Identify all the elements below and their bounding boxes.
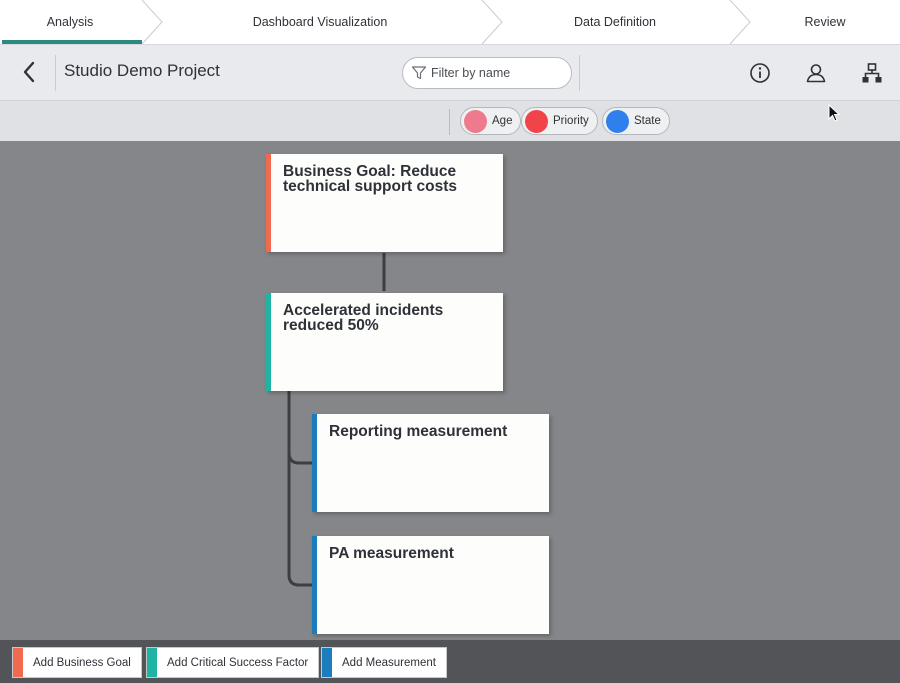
measurement-accent <box>312 536 317 634</box>
step-data-definition-label: Data Definition <box>574 15 656 29</box>
step-data-definition[interactable]: Data Definition <box>500 0 730 44</box>
filter-box[interactable] <box>402 57 572 89</box>
step-analysis-label: Analysis <box>46 15 94 29</box>
age-color-swatch <box>464 109 487 133</box>
hierarchy-icon <box>862 63 882 83</box>
business-goal-accent <box>266 154 271 252</box>
add-critical-success-factor-accent <box>147 648 157 677</box>
step-dashboard-visualization-label: Dashboard Visualization <box>252 15 388 29</box>
add-business-goal-accent <box>13 648 23 677</box>
add-business-goal-button[interactable]: Add Business Goal <box>12 647 142 678</box>
bottom-toolbar: Add Business Goal Add Critical Success F… <box>0 640 900 683</box>
filter-funnel-icon <box>411 66 427 80</box>
critical-success-factor-accent <box>266 293 271 391</box>
critical-success-factor-title: Accelerated incidents reduced 50% <box>283 302 444 334</box>
legend-state[interactable]: State <box>602 107 670 135</box>
back-chevron-icon <box>23 61 35 83</box>
legend-bar: Age Priority State <box>0 101 900 141</box>
add-measurement-accent <box>322 648 332 677</box>
measurement-card[interactable]: Reporting measurement <box>312 414 549 512</box>
project-header: Studio Demo Project <box>0 45 900 101</box>
add-measurement-label: Add Measurement <box>342 656 436 669</box>
business-goal-title: Business Goal: Reduce technical support … <box>283 163 457 195</box>
state-color-swatch <box>606 109 629 133</box>
legend-age-label: Age <box>492 115 513 127</box>
add-critical-success-factor-button[interactable]: Add Critical Success Factor <box>146 647 320 678</box>
legend-age[interactable]: Age <box>460 107 522 135</box>
measurement-title: Reporting measurement <box>329 423 508 440</box>
back-button[interactable] <box>14 57 44 87</box>
tree-canvas[interactable]: Business Goal: Reduce technical support … <box>0 141 900 640</box>
info-button[interactable] <box>745 58 775 88</box>
header-divider-right <box>579 55 580 91</box>
legend-state-label: State <box>634 115 661 127</box>
legend-divider <box>449 109 450 135</box>
step-review-label: Review <box>804 15 846 29</box>
measurement-title: PA measurement <box>329 545 454 562</box>
active-step-indicator <box>2 40 142 44</box>
critical-success-factor-card[interactable]: Accelerated incidents reduced 50% <box>266 293 503 391</box>
step-analysis[interactable]: Analysis <box>0 0 140 44</box>
business-goal-card[interactable]: Business Goal: Reduce technical support … <box>266 154 503 252</box>
priority-color-swatch <box>525 109 548 133</box>
wizard-steps: Analysis Dashboard Visualization Data De… <box>0 0 900 45</box>
measurement-accent <box>312 414 317 512</box>
hierarchy-button[interactable] <box>857 58 887 88</box>
info-icon <box>750 63 770 83</box>
legend-priority[interactable]: Priority <box>521 107 598 135</box>
user-button[interactable] <box>801 58 831 88</box>
user-icon <box>806 64 826 83</box>
filter-input[interactable] <box>431 66 561 80</box>
legend-priority-label: Priority <box>553 115 589 127</box>
header-divider <box>55 55 56 91</box>
step-review[interactable]: Review <box>750 0 900 44</box>
add-critical-success-factor-label: Add Critical Success Factor <box>167 656 309 669</box>
measurement-card[interactable]: PA measurement <box>312 536 549 634</box>
add-business-goal-label: Add Business Goal <box>33 656 131 669</box>
page-title: Studio Demo Project <box>64 61 220 80</box>
add-measurement-button[interactable]: Add Measurement <box>321 647 447 678</box>
mouse-pointer-icon <box>828 104 841 122</box>
step-dashboard-visualization[interactable]: Dashboard Visualization <box>160 0 480 44</box>
